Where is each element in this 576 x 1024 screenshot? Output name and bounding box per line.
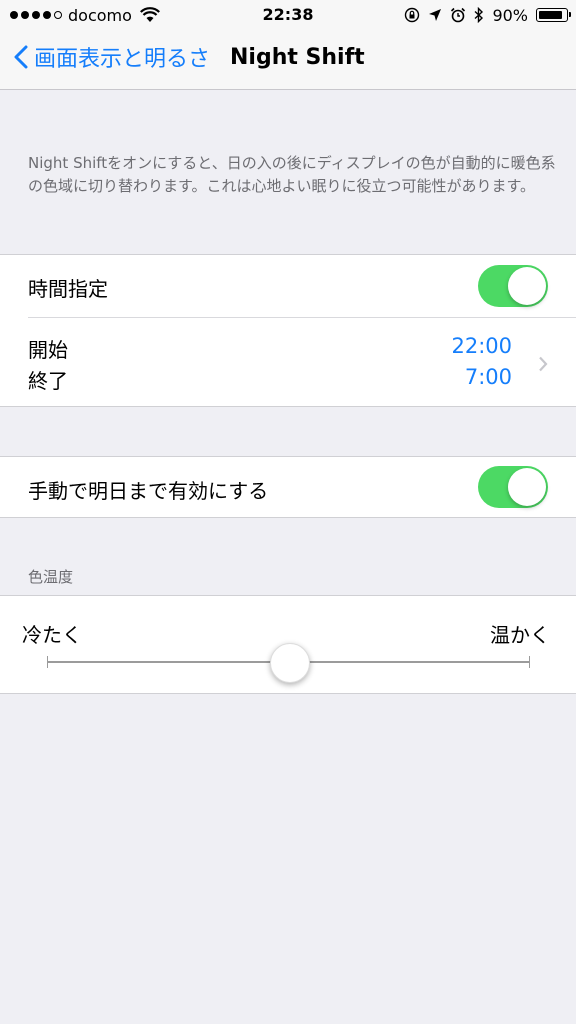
page-title: Night Shift	[230, 45, 365, 70]
alarm-icon	[451, 7, 466, 23]
chevron-right-icon	[539, 356, 548, 372]
scheduled-toggle[interactable]	[478, 265, 548, 307]
orientation-lock-icon	[405, 7, 420, 23]
slider-max-tick	[529, 656, 530, 668]
from-time: 22:00	[451, 334, 512, 358]
bluetooth-icon	[474, 7, 484, 23]
less-warm-label: 冷たく	[22, 623, 82, 647]
more-warm-label: 温かく	[490, 623, 550, 647]
manual-group: 手動で明日まで有効にする	[0, 456, 576, 518]
night-shift-description: Night Shiftをオンにすると、日の入の後にディスプレイの色が自動的に暖色…	[28, 154, 556, 195]
status-bar: docomo 22:38 90%	[0, 0, 576, 30]
navigation-bar: 画面表示と明るさ Night Shift	[0, 30, 576, 90]
location-icon	[429, 9, 442, 21]
slider-min-tick	[47, 656, 48, 668]
schedule-times-row[interactable]: 開始 終了 22:00 7:00	[0, 318, 576, 406]
back-button[interactable]: 画面表示と明るさ	[14, 41, 210, 73]
color-temperature-header: 色温度	[28, 568, 74, 586]
scheduled-label: 時間指定	[28, 277, 108, 301]
from-label: 開始	[28, 338, 68, 362]
chevron-left-icon	[14, 45, 28, 69]
temperature-slider-thumb[interactable]	[270, 643, 310, 683]
battery-percent: 90%	[492, 5, 528, 25]
status-right: 90%	[404, 5, 571, 25]
toggle-knob	[508, 267, 546, 305]
to-time: 7:00	[464, 365, 512, 389]
to-label: 終了	[28, 369, 68, 393]
schedule-group: 時間指定 開始 終了 22:00 7:00	[0, 254, 576, 407]
back-button-label: 画面表示と明るさ	[34, 47, 211, 72]
manual-enable-label: 手動で明日まで有効にする	[28, 479, 269, 503]
manual-enable-toggle[interactable]	[478, 466, 548, 508]
battery-icon	[536, 8, 571, 22]
toggle-knob	[508, 468, 546, 506]
